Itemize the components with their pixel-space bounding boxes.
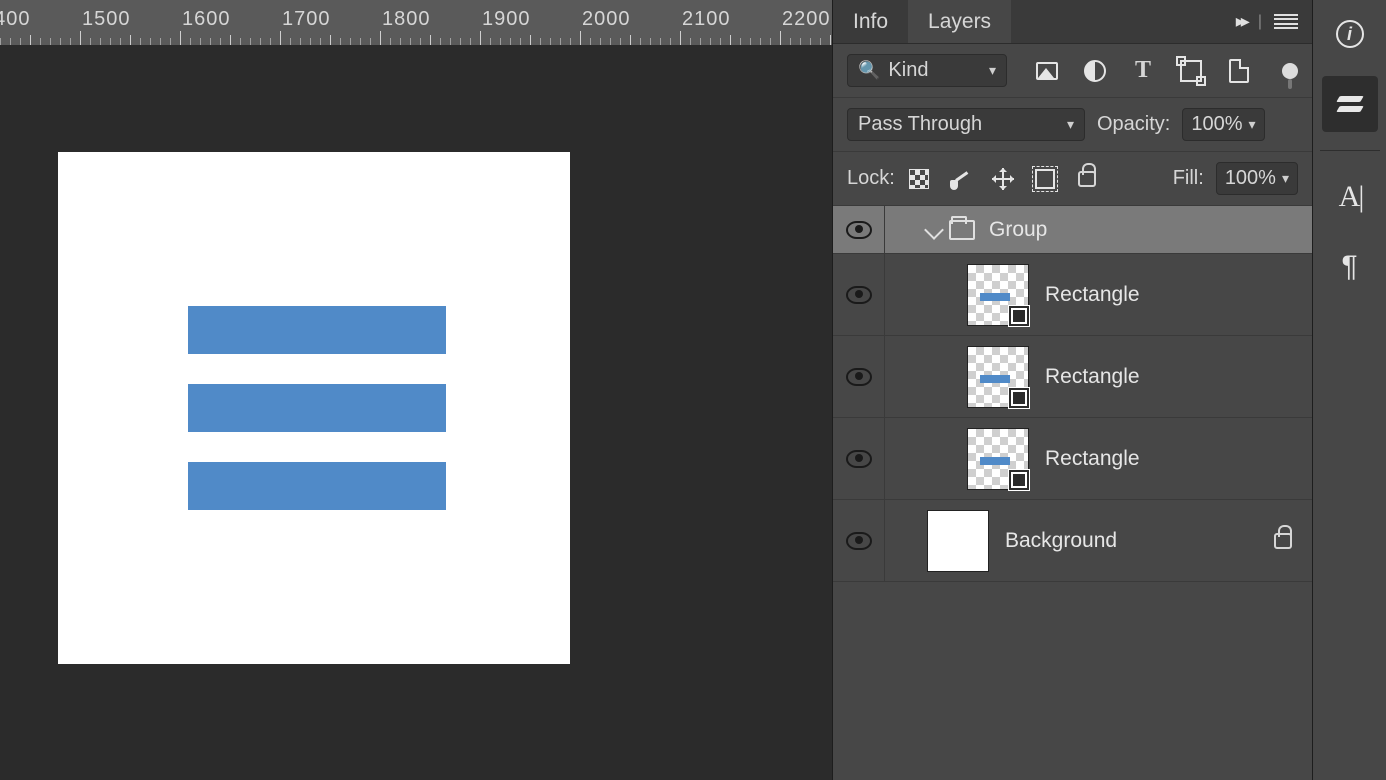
lock-label: Lock:	[847, 167, 895, 190]
chevron-down-icon: ▾	[1067, 116, 1074, 133]
separator	[1320, 150, 1380, 151]
filter-pixel-icon[interactable]	[1035, 59, 1059, 83]
filter-toggle[interactable]	[1282, 63, 1298, 79]
filter-smart-icon[interactable]	[1227, 59, 1251, 83]
ruler-label: 2000	[582, 8, 631, 31]
ruler-label: 1800	[382, 8, 431, 31]
filter-kind-select[interactable]: 🔍 Kind ▾	[847, 54, 1007, 87]
folder-icon	[949, 220, 975, 240]
type-cursor-icon: A	[1339, 180, 1361, 214]
visibility-toggle[interactable]	[833, 418, 885, 499]
ruler-label: 1700	[282, 8, 331, 31]
visibility-toggle[interactable]	[833, 206, 885, 253]
shape-rectangle[interactable]	[188, 384, 446, 432]
layers-panel-button[interactable]	[1322, 76, 1378, 132]
pilcrow-icon: ¶	[1341, 250, 1357, 284]
ruler-label: 2200	[782, 8, 831, 31]
panel-tabbar: Info Layers ▸▸ |	[833, 0, 1312, 44]
artboard[interactable]	[58, 152, 570, 664]
lock-pixels-icon[interactable]	[949, 167, 973, 191]
layers-list: Group Rectangle Rectangl	[833, 206, 1312, 780]
visibility-toggle[interactable]	[833, 254, 885, 335]
layer-name[interactable]: Rectangle	[1045, 447, 1292, 471]
lock-artboard-icon[interactable]	[1033, 167, 1057, 191]
eye-icon	[846, 368, 872, 386]
canvas-viewport[interactable]: 1400 1500 1600 1700 1800 1900 2000 2100 2200	[0, 0, 832, 780]
opacity-value: 100%	[1191, 113, 1242, 136]
fill-value: 100%	[1225, 167, 1276, 190]
visibility-toggle[interactable]	[833, 336, 885, 417]
blend-mode-select[interactable]: Pass Through ▾	[847, 108, 1085, 141]
eye-icon	[846, 221, 872, 239]
layer-thumbnail[interactable]	[927, 510, 989, 572]
layer-row-shape[interactable]: Rectangle	[833, 254, 1312, 336]
ruler-horizontal[interactable]: 1400 1500 1600 1700 1800 1900 2000 2100 2200	[0, 0, 832, 46]
lock-position-icon[interactable]	[991, 167, 1015, 191]
vector-mask-badge-icon	[1008, 305, 1030, 327]
vector-mask-badge-icon	[1008, 469, 1030, 491]
tab-info[interactable]: Info	[833, 0, 908, 43]
disclosure-triangle-icon[interactable]	[924, 220, 944, 240]
shape-rectangle[interactable]	[188, 306, 446, 354]
ruler-label: 2100	[682, 8, 731, 31]
layer-thumbnail[interactable]	[967, 264, 1029, 326]
collapse-panel-icon[interactable]: ▸▸	[1236, 11, 1246, 32]
ruler-label: 1500	[82, 8, 131, 31]
layer-filter-row: 🔍 Kind ▾ T	[833, 44, 1312, 98]
visibility-toggle[interactable]	[833, 500, 885, 581]
chevron-down-icon: ▾	[1282, 170, 1289, 187]
chevron-down-icon: ▾	[1249, 116, 1256, 133]
layer-name[interactable]: Rectangle	[1045, 283, 1292, 307]
ruler-label: 1900	[482, 8, 531, 31]
layer-row-background[interactable]: Background	[833, 500, 1312, 582]
opacity-label: Opacity:	[1097, 113, 1170, 136]
layer-name[interactable]: Background	[1005, 529, 1274, 553]
filter-shape-icon[interactable]	[1179, 59, 1203, 83]
shape-rectangle[interactable]	[188, 462, 446, 510]
lock-row: Lock: Fill: 100% ▾	[833, 152, 1312, 206]
chevron-down-icon: ▾	[989, 62, 996, 79]
layers-icon	[1335, 89, 1365, 119]
filter-kind-value: Kind	[888, 59, 981, 82]
filter-adjust-icon[interactable]	[1083, 59, 1107, 83]
fill-label: Fill:	[1173, 167, 1204, 190]
ruler-label: 1600	[182, 8, 231, 31]
info-icon	[1336, 20, 1364, 48]
info-panel-button[interactable]	[1322, 6, 1378, 62]
lock-icon[interactable]	[1274, 533, 1292, 549]
right-toolstrip: A ¶	[1312, 0, 1386, 780]
tab-layers[interactable]: Layers	[908, 0, 1011, 43]
vector-mask-badge-icon	[1008, 387, 1030, 409]
paragraph-panel-button[interactable]: ¶	[1322, 239, 1378, 295]
layer-thumbnail[interactable]	[967, 428, 1029, 490]
layer-row-shape[interactable]: Rectangle	[833, 336, 1312, 418]
ruler-label: 1400	[0, 8, 31, 31]
layer-row-shape[interactable]: Rectangle	[833, 418, 1312, 500]
character-panel-button[interactable]: A	[1322, 169, 1378, 225]
opacity-input[interactable]: 100% ▾	[1182, 108, 1264, 141]
blend-row: Pass Through ▾ Opacity: 100% ▾	[833, 98, 1312, 152]
eye-icon	[846, 286, 872, 304]
filter-type-icon[interactable]: T	[1131, 59, 1155, 83]
layer-name[interactable]: Group	[989, 218, 1292, 242]
lock-all-icon[interactable]	[1075, 167, 1099, 191]
eye-icon	[846, 450, 872, 468]
layer-name[interactable]: Rectangle	[1045, 365, 1292, 389]
layers-panel: Info Layers ▸▸ | 🔍 Kind ▾ T	[832, 0, 1312, 780]
fill-input[interactable]: 100% ▾	[1216, 162, 1298, 195]
search-icon: 🔍	[858, 60, 880, 81]
blend-mode-value: Pass Through	[858, 113, 1059, 136]
eye-icon	[846, 532, 872, 550]
layer-row-group[interactable]: Group	[833, 206, 1312, 254]
layer-thumbnail[interactable]	[967, 346, 1029, 408]
panel-menu-icon[interactable]	[1274, 14, 1298, 30]
lock-transparency-icon[interactable]	[907, 167, 931, 191]
